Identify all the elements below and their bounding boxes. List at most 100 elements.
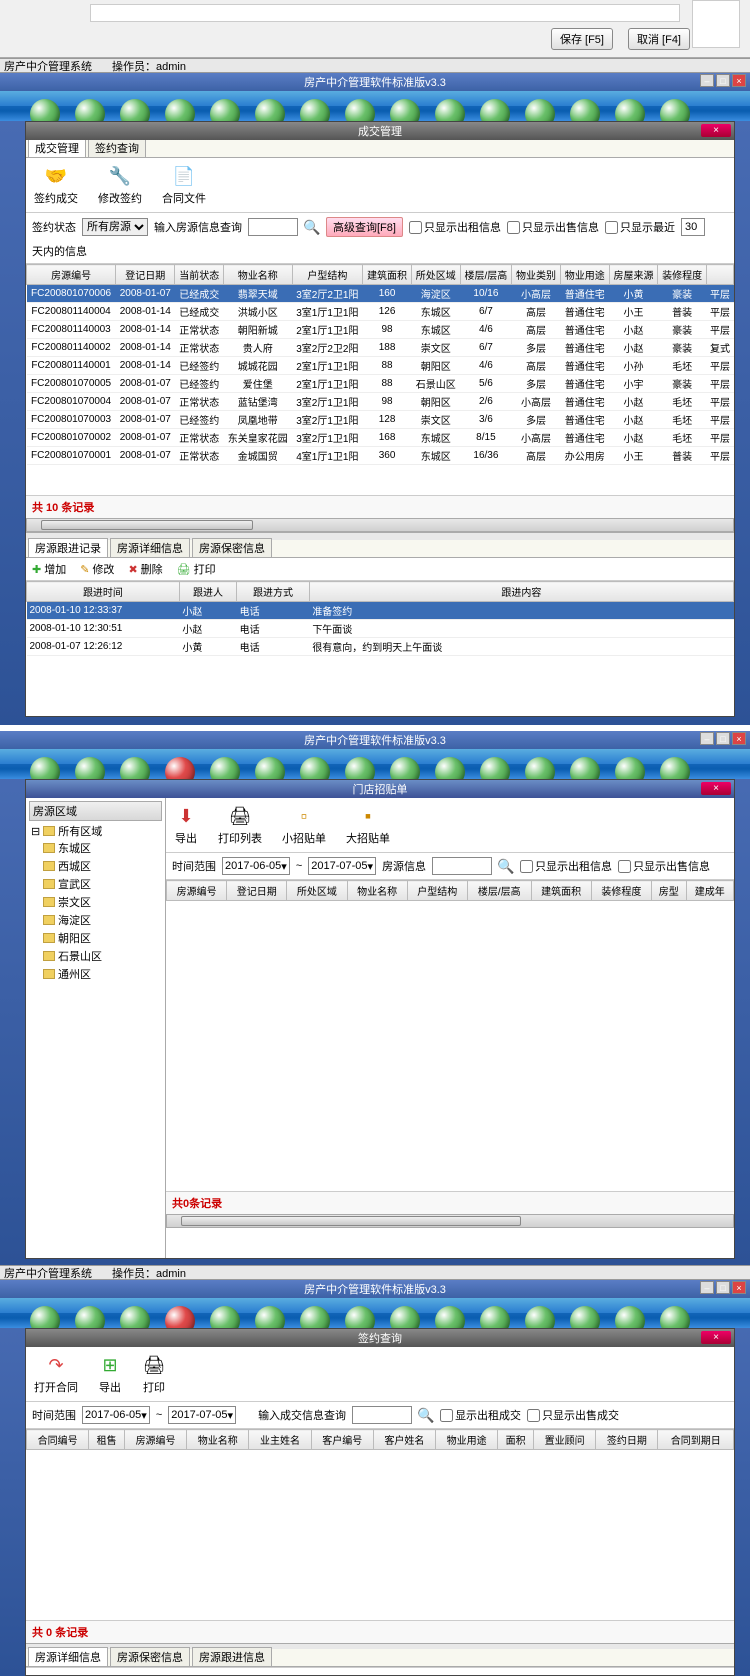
poster-grid[interactable]: 房源编号登记日期所处区域物业名称户型结构楼层/层高建筑面积装修程度房型建成年	[166, 880, 734, 901]
h-scrollbar[interactable]	[26, 518, 734, 532]
tree-node[interactable]: 通州区	[29, 965, 162, 983]
tree-root[interactable]: ⊟所有区域	[29, 823, 162, 839]
small-poster-button[interactable]: ▫小招贴单	[278, 802, 330, 848]
col-header[interactable]: 户型结构	[407, 881, 467, 901]
minimize-icon[interactable]: –	[700, 732, 714, 745]
col-header[interactable]	[707, 265, 734, 285]
add-button[interactable]: ✚增加	[32, 561, 66, 577]
listing-grid[interactable]: 房源编号登记日期当前状态物业名称户型结构建筑面积所处区域楼层/层高物业类别物业用…	[26, 264, 734, 465]
chk-sale[interactable]: 只显示出售信息	[618, 858, 710, 874]
col-header[interactable]: 登记日期	[227, 881, 287, 901]
tab-deal-manage[interactable]: 成交管理	[28, 138, 86, 157]
col-header[interactable]: 跟进方式	[237, 582, 310, 602]
tab-detail[interactable]: 房源详细信息	[28, 1647, 108, 1666]
cancel-button[interactable]: 取消 [F4]	[628, 28, 690, 50]
col-header[interactable]: 登记日期	[116, 265, 175, 285]
open-contract-button[interactable]: ↷打开合同	[30, 1351, 82, 1397]
tree-node[interactable]: 崇文区	[29, 893, 162, 911]
col-header[interactable]: 面积	[498, 1430, 534, 1450]
col-header[interactable]: 物业用途	[560, 265, 609, 285]
status-select[interactable]: 所有房源	[82, 218, 148, 236]
tab-detail[interactable]: 房源详细信息	[110, 538, 190, 557]
col-header[interactable]: 所处区域	[287, 881, 347, 901]
col-header[interactable]: 物业名称	[224, 265, 292, 285]
followup-grid[interactable]: 跟进时间跟进人跟进方式跟进内容2008-01-10 12:33:37小赵电话准备…	[26, 581, 734, 656]
tab-followup[interactable]: 房源跟进信息	[192, 1647, 272, 1666]
tree-node[interactable]: 海淀区	[29, 911, 162, 929]
print-list-button[interactable]: 🖨打印列表	[214, 802, 266, 848]
search-input[interactable]	[248, 218, 298, 236]
chk-sale[interactable]: 只显示出售信息	[507, 219, 599, 235]
close-icon[interactable]: ×	[701, 124, 731, 137]
edit-button[interactable]: ✎修改	[80, 561, 114, 577]
date-from[interactable]: 2017-06-05 ▾	[222, 857, 290, 875]
search-icon[interactable]: 🔍	[304, 219, 320, 235]
col-header[interactable]: 户型结构	[292, 265, 363, 285]
date-from[interactable]: 2017-06-05 ▾	[82, 1406, 150, 1424]
col-header[interactable]: 物业名称	[347, 881, 407, 901]
save-button[interactable]: 保存 [F5]	[551, 28, 613, 50]
tab-followup[interactable]: 房源跟进记录	[28, 538, 108, 557]
chk-rent[interactable]: 只显示出租信息	[520, 858, 612, 874]
print-button[interactable]: 🖨打印	[138, 1351, 170, 1397]
minimize-icon[interactable]: –	[700, 74, 714, 87]
chk-sale-deal[interactable]: 只显示出售成交	[527, 1407, 619, 1423]
col-header[interactable]: 建筑面积	[531, 881, 591, 901]
delete-button[interactable]: ✖删除	[128, 561, 162, 577]
close-icon[interactable]: ×	[732, 732, 746, 745]
table-row[interactable]: FC2008010700042008-01-07正常状态蓝钻堡湾3室2厅1卫1阳…	[27, 393, 734, 411]
contract-file-button[interactable]: 📄 合同文件	[158, 162, 210, 208]
tree-node[interactable]: 朝阳区	[29, 929, 162, 947]
col-header[interactable]: 房源编号	[167, 881, 227, 901]
maximize-icon[interactable]: □	[716, 1281, 730, 1294]
close-icon[interactable]: ×	[732, 74, 746, 87]
col-header[interactable]: 置业顾问	[534, 1430, 596, 1450]
tab-secret[interactable]: 房源保密信息	[192, 538, 272, 557]
col-header[interactable]: 当前状态	[175, 265, 224, 285]
table-row[interactable]: FC2008010700062008-01-07已经成交翡翠天域3室2厅2卫1阳…	[27, 285, 734, 303]
close-icon[interactable]: ×	[701, 1331, 731, 1344]
export-button[interactable]: ⊞导出	[94, 1351, 126, 1397]
col-header[interactable]: 房型	[651, 881, 686, 901]
chk-recent[interactable]: 只显示最近	[605, 219, 675, 235]
col-header[interactable]: 所处区域	[411, 265, 460, 285]
col-header[interactable]: 客户姓名	[373, 1430, 435, 1450]
chk-rent-deal[interactable]: 显示出租成交	[440, 1407, 521, 1423]
tab-sign-query[interactable]: 签约查询	[88, 138, 146, 157]
maximize-icon[interactable]: □	[716, 74, 730, 87]
col-header[interactable]: 装修程度	[658, 265, 707, 285]
tree-node[interactable]: 石景山区	[29, 947, 162, 965]
export-button[interactable]: ⬇导出	[170, 802, 202, 848]
search-icon[interactable]: 🔍	[498, 858, 514, 874]
table-row[interactable]: FC2008010700052008-01-07已经签约爱住堡2室1厅1卫1阳8…	[27, 375, 734, 393]
search-icon[interactable]: 🔍	[418, 1407, 434, 1423]
table-row[interactable]: 2008-01-07 12:26:12小黄电话很有意向，约到明天上午面谈	[27, 638, 734, 656]
col-header[interactable]: 租售	[89, 1430, 125, 1450]
region-tree[interactable]: 房源区域 ⊟所有区域 东城区西城区宣武区崇文区海淀区朝阳区石景山区通州区	[26, 798, 166, 1258]
sign-deal-button[interactable]: 🤝 签约成交	[30, 162, 82, 208]
edit-sign-button[interactable]: 🔧 修改签约	[94, 162, 146, 208]
col-header[interactable]: 楼层/层高	[467, 881, 531, 901]
col-header[interactable]: 楼层/层高	[460, 265, 512, 285]
maximize-icon[interactable]: □	[716, 732, 730, 745]
col-header[interactable]: 物业用途	[436, 1430, 498, 1450]
table-row[interactable]: FC2008011400032008-01-14正常状态朝阳新城2室1厅1卫1阳…	[27, 321, 734, 339]
minimize-icon[interactable]: –	[700, 1281, 714, 1294]
col-header[interactable]: 合同编号	[27, 1430, 89, 1450]
col-header[interactable]: 房源编号	[27, 265, 116, 285]
tree-node[interactable]: 东城区	[29, 839, 162, 857]
col-header[interactable]: 物业名称	[187, 1430, 249, 1450]
col-header[interactable]: 跟进内容	[309, 582, 733, 602]
col-header[interactable]: 跟进时间	[27, 582, 180, 602]
col-header[interactable]: 建筑面积	[363, 265, 412, 285]
table-row[interactable]: 2008-01-10 12:30:51小赵电话下午面谈	[27, 620, 734, 638]
search-input[interactable]	[352, 1406, 412, 1424]
table-row[interactable]: FC2008011400022008-01-14正常状态贵人府3室2厅2卫2阳1…	[27, 339, 734, 357]
info-input[interactable]	[432, 857, 492, 875]
chk-rent[interactable]: 只显示出租信息	[409, 219, 501, 235]
table-row[interactable]: FC2008010700032008-01-07已经签约凤凰地带3室2厅1卫1阳…	[27, 411, 734, 429]
col-header[interactable]: 客户编号	[311, 1430, 373, 1450]
col-header[interactable]: 房源编号	[124, 1430, 186, 1450]
col-header[interactable]: 房屋来源	[609, 265, 658, 285]
close-icon[interactable]: ×	[701, 782, 731, 795]
